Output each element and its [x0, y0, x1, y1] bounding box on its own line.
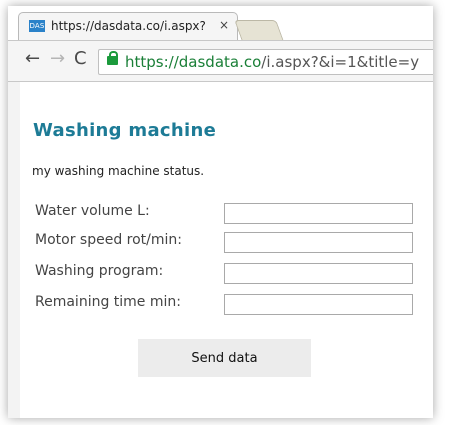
form-row-water-volume: Water volume L: — [35, 203, 415, 225]
form-row-motor-speed: Motor speed rot/min: — [35, 232, 415, 254]
url-path: /i.aspx?&i=1&title=y — [261, 53, 420, 71]
send-data-button[interactable]: Send data — [138, 339, 311, 377]
close-icon[interactable]: × — [219, 18, 229, 32]
favicon-icon: DAS — [29, 20, 45, 32]
form-row-washing-program: Washing program: — [35, 263, 415, 285]
new-tab-button[interactable] — [234, 20, 284, 41]
remaining-time-input[interactable] — [224, 294, 413, 315]
page-subtitle: my washing machine status. — [32, 164, 205, 178]
washing-program-input[interactable] — [224, 263, 413, 284]
lock-icon — [107, 51, 118, 65]
url-host: dasdata.co — [178, 53, 262, 71]
motor-speed-label: Motor speed rot/min: — [35, 232, 182, 248]
address-bar[interactable]: https://dasdata.co/i.aspx?&i=1&title=y — [98, 49, 433, 75]
water-volume-label: Water volume L: — [35, 203, 150, 219]
reload-icon[interactable]: C — [74, 50, 87, 68]
back-icon[interactable]: ← — [25, 50, 40, 68]
washing-program-label: Washing program: — [35, 263, 164, 279]
form-row-remaining-time: Remaining time min: — [35, 294, 415, 316]
url-text: https://dasdata.co/i.aspx?&i=1&title=y — [125, 53, 419, 71]
browser-tab[interactable]: DAS https://dasdata.co/i.aspx? × — [18, 12, 238, 40]
page-title: Washing machine — [33, 120, 217, 141]
remaining-time-label: Remaining time min: — [35, 294, 181, 310]
water-volume-input[interactable] — [224, 203, 413, 224]
page-content: Washing machine my washing machine statu… — [20, 82, 433, 418]
forward-icon[interactable]: → — [50, 50, 65, 68]
tab-title: https://dasdata.co/i.aspx? — [51, 19, 206, 33]
browser-toolbar: ← → C https://dasdata.co/i.aspx?&i=1&tit… — [8, 40, 433, 82]
url-scheme: https:// — [125, 53, 179, 71]
motor-speed-input[interactable] — [224, 232, 413, 253]
